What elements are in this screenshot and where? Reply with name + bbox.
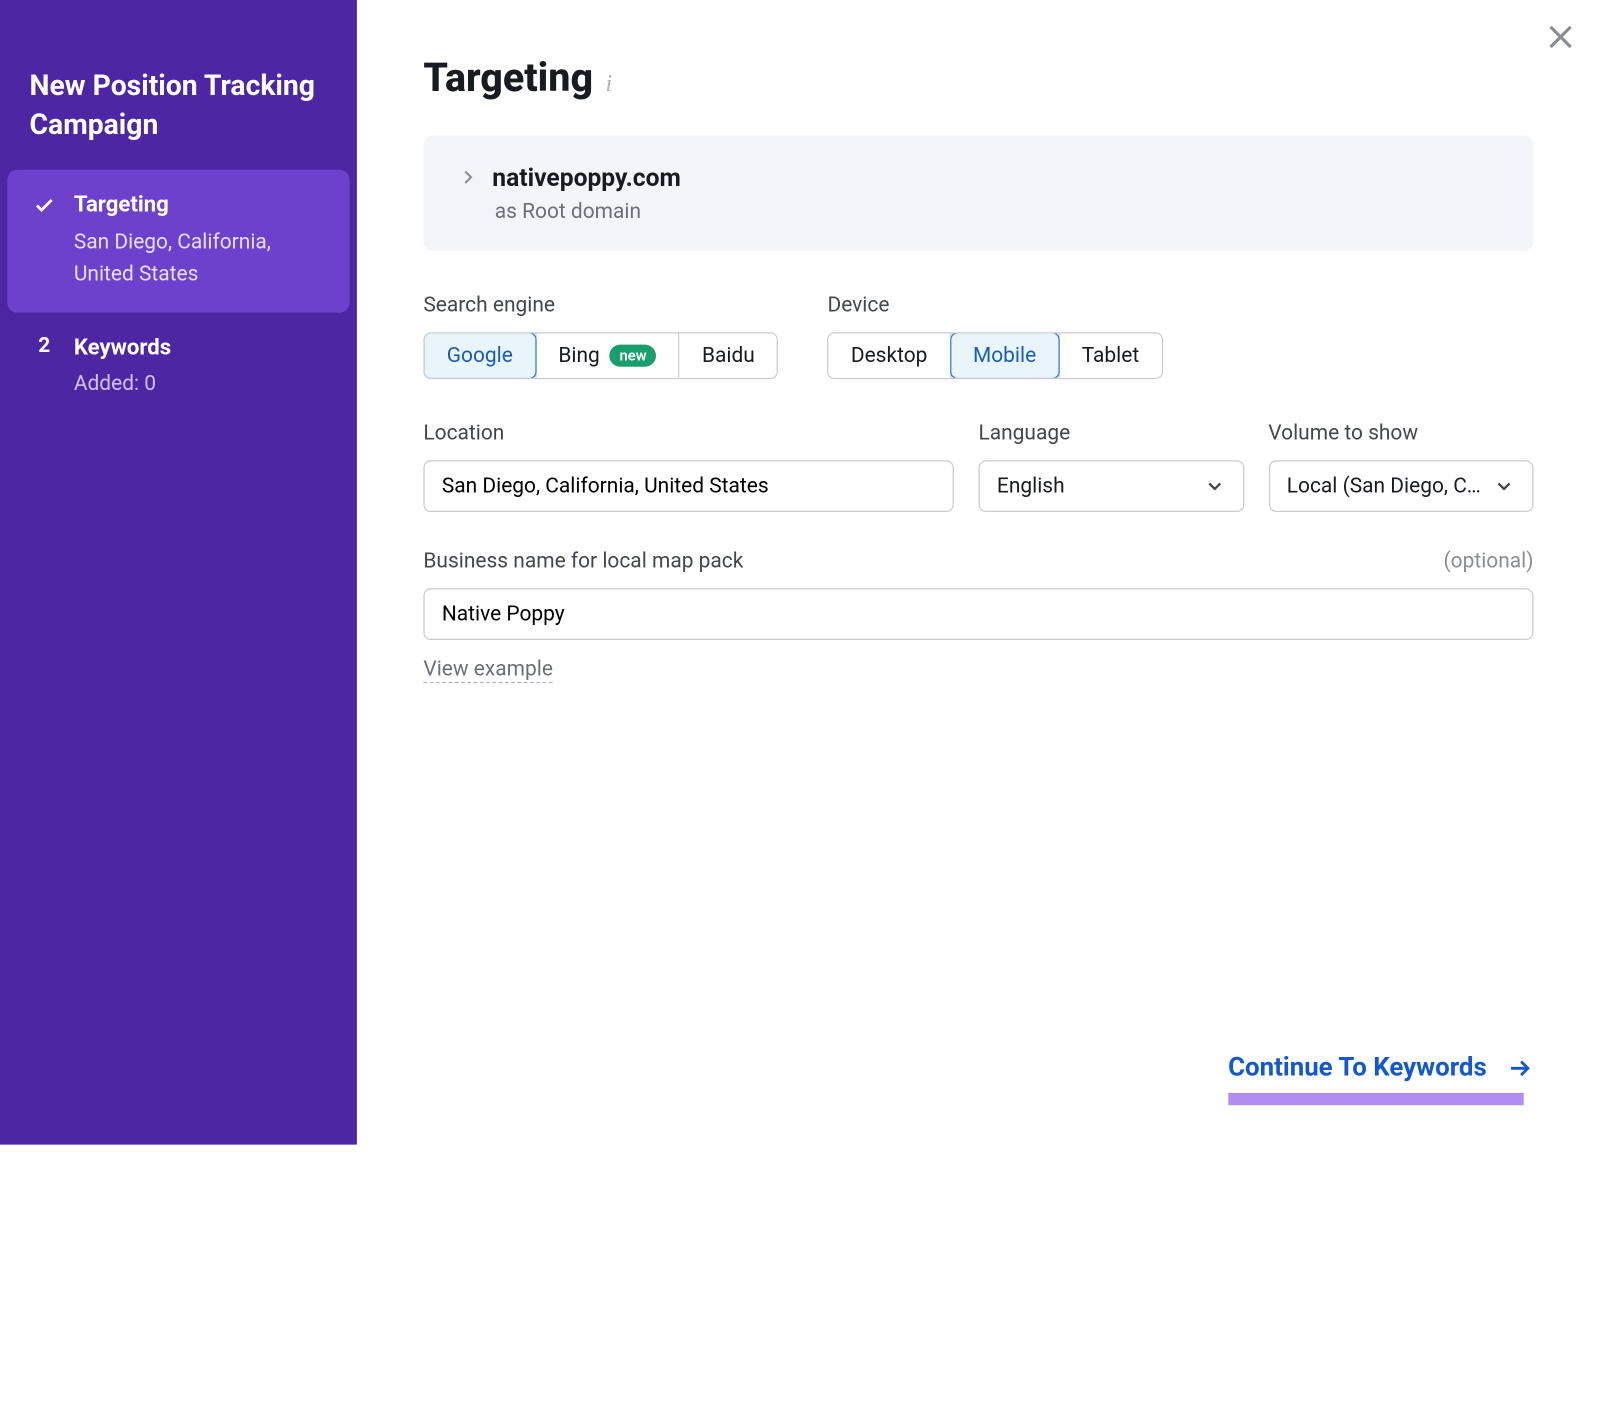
new-badge: new [610, 345, 657, 367]
device-desktop[interactable]: Desktop [829, 334, 951, 378]
check-icon [27, 195, 61, 217]
domain-name: nativepoppy.com [492, 162, 681, 192]
device-field: Device Desktop Mobile Tablet [827, 293, 1162, 379]
chevron-down-icon [1203, 475, 1225, 497]
location-field: Location [423, 421, 953, 512]
step-number: 2 [27, 333, 61, 362]
step-label: Targeting [74, 190, 330, 221]
business-name-field: Business name for local map pack (option… [423, 549, 1533, 683]
highlight-underline [1228, 1093, 1523, 1105]
view-example-link[interactable]: View example [423, 657, 553, 683]
volume-select[interactable]: Local (San Diego, C… [1268, 460, 1533, 512]
close-icon[interactable] [1543, 20, 1577, 54]
search-engine-field: Search engine Google Bing new Baidu [423, 293, 778, 379]
sidebar: New Position Tracking Campaign Targeting… [0, 0, 357, 1145]
step-sub: San Diego, California, United States [74, 226, 330, 291]
field-label: Language [978, 421, 1243, 446]
step-label: Keywords [74, 333, 330, 364]
device-group: Desktop Mobile Tablet [827, 332, 1162, 379]
location-input[interactable] [423, 460, 953, 512]
search-engine-bing[interactable]: Bing new [536, 334, 680, 378]
device-tablet[interactable]: Tablet [1060, 334, 1162, 378]
language-field: Language English [978, 421, 1243, 512]
sidebar-step-keywords[interactable]: 2 Keywords Added: 0 [7, 313, 349, 423]
field-label: Location [423, 421, 953, 446]
main-panel: Targeting i nativepoppy.com as Root doma… [357, 0, 1600, 1145]
field-label: Device [827, 293, 1162, 318]
field-label: Search engine [423, 293, 778, 318]
device-mobile[interactable]: Mobile [951, 334, 1060, 378]
search-engine-google[interactable]: Google [425, 334, 537, 378]
field-label: Volume to show [1268, 421, 1533, 446]
step-sub: Added: 0 [74, 369, 330, 401]
continue-button[interactable]: Continue To Keywords [1228, 1041, 1533, 1095]
chevron-down-icon [1493, 475, 1515, 497]
domain-box[interactable]: nativepoppy.com as Root domain [423, 135, 1533, 251]
sidebar-step-targeting[interactable]: Targeting San Diego, California, United … [7, 170, 349, 313]
sidebar-title: New Position Tracking Campaign [7, 54, 349, 170]
language-select[interactable]: English [978, 460, 1243, 512]
domain-type: as Root domain [495, 199, 1499, 224]
volume-field: Volume to show Local (San Diego, C… [1268, 421, 1533, 512]
info-icon[interactable]: i [605, 70, 612, 98]
arrow-right-icon [1506, 1055, 1533, 1082]
search-engine-baidu[interactable]: Baidu [680, 334, 777, 378]
field-label: Business name for local map pack (option… [423, 549, 1533, 574]
business-name-input[interactable] [423, 588, 1533, 640]
search-engine-group: Google Bing new Baidu [423, 332, 778, 379]
chevron-right-icon [458, 167, 478, 187]
page-title: Targeting i [423, 54, 1533, 101]
optional-hint: (optional) [1444, 549, 1534, 574]
